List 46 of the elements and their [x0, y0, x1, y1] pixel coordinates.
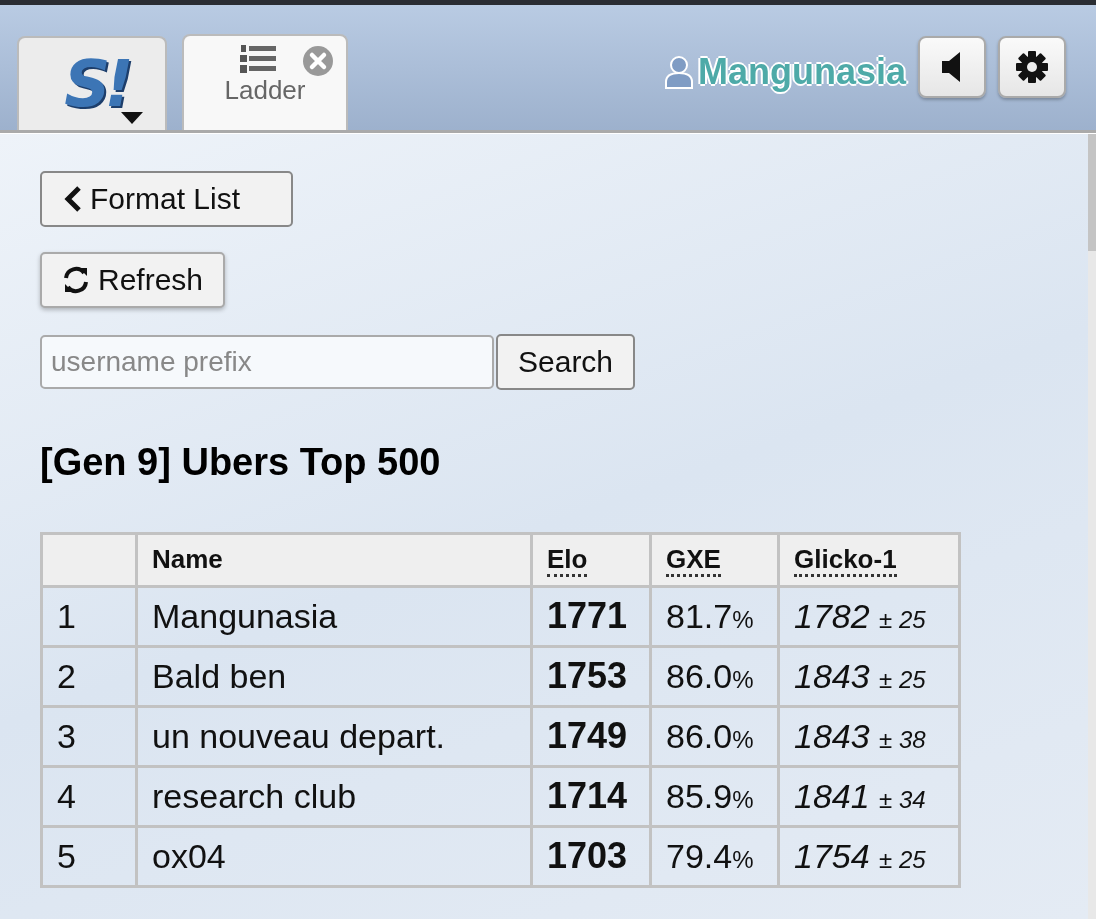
caret-icon: [121, 112, 143, 124]
column-header: Name: [136, 533, 532, 587]
settings-button[interactable]: [998, 36, 1066, 98]
table-cell: 86.0%: [650, 646, 779, 707]
table-cell: 3: [41, 706, 137, 767]
format-list-button[interactable]: Format List: [40, 171, 293, 227]
column-header: Glicko-1: [778, 533, 960, 587]
numbered-list-icon: [239, 42, 279, 76]
logo: S!: [64, 52, 128, 116]
sound-button[interactable]: [918, 36, 986, 98]
home-tab[interactable]: S!: [17, 36, 167, 130]
user-icon: [663, 55, 694, 89]
table-cell: 1749: [531, 706, 651, 767]
table-cell: 1771: [531, 586, 651, 647]
table-cell: research club: [136, 766, 532, 827]
table-cell: 81.7%: [650, 586, 779, 647]
tab[interactable]: Ladder: [182, 34, 348, 130]
close-icon[interactable]: [302, 45, 334, 77]
table-cell: ox04: [136, 826, 532, 887]
table-cell: 1782 ± 25: [778, 586, 960, 647]
table-cell: 2: [41, 646, 137, 707]
table-cell: 1703: [531, 826, 651, 887]
table-cell: 86.0%: [650, 706, 779, 767]
table-cell: 5: [41, 826, 137, 887]
ladder-title: [Gen 9] Ubers Top 500: [40, 440, 442, 485]
chevron-left-icon: [64, 185, 82, 213]
table-cell: Mangunasia: [136, 586, 532, 647]
table-cell: 1714: [531, 766, 651, 827]
table-cell: 1753: [531, 646, 651, 707]
column-header: Elo: [531, 533, 651, 587]
table-cell: 1843 ± 38: [778, 706, 960, 767]
table-cell: 4: [41, 766, 137, 827]
search-field[interactable]: username prefix: [40, 335, 494, 389]
table-cell: un nouveau depart.: [136, 706, 532, 767]
table-cell: 1843 ± 25: [778, 646, 960, 707]
table-cell: 1754 ± 25: [778, 826, 960, 887]
refresh-icon: [62, 266, 90, 294]
column-header: GXE: [650, 533, 779, 587]
table-cell: 79.4%: [650, 826, 779, 887]
table-cell: 1841 ± 34: [778, 766, 960, 827]
scrollbar[interactable]: [1088, 134, 1096, 919]
table-cell: 1: [41, 586, 137, 647]
table-cell: Bald ben: [136, 646, 532, 707]
table-cell: 85.9%: [650, 766, 779, 827]
refresh-button[interactable]: Refresh: [40, 252, 226, 308]
search-button[interactable]: Search: [496, 334, 636, 390]
